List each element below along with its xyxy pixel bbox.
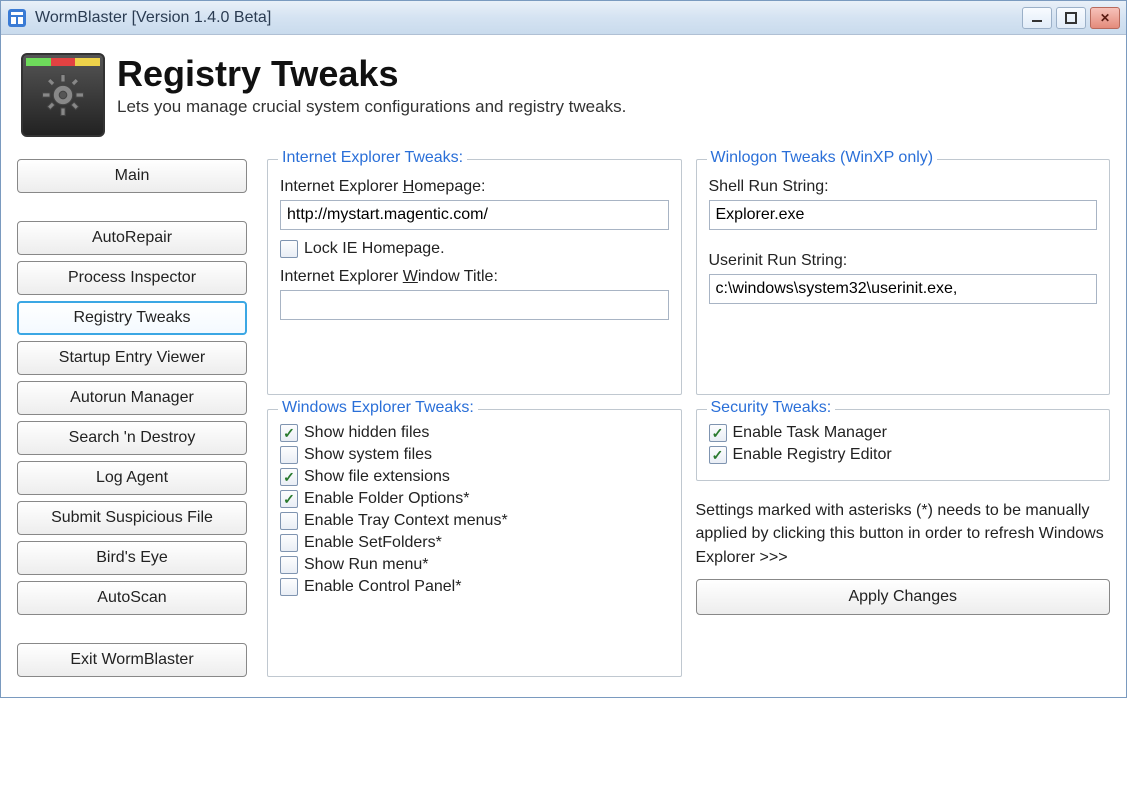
security-enable-task-manager-label: Enable Task Manager bbox=[733, 424, 887, 442]
maximize-button[interactable] bbox=[1056, 7, 1086, 29]
page-subtitle: Lets you manage crucial system configura… bbox=[117, 97, 626, 117]
app-icon bbox=[7, 8, 27, 28]
explorer-show-run-menu-label: Show Run menu* bbox=[304, 556, 429, 574]
titlebar[interactable]: WormBlaster [Version 1.4.0 Beta] ✕ bbox=[1, 1, 1126, 35]
group-security-tweaks: Security Tweaks: ✓Enable Task Manager✓En… bbox=[696, 409, 1111, 481]
sidebar-item-submit-suspicious-file[interactable]: Submit Suspicious File bbox=[17, 501, 247, 535]
sidebar-item-main[interactable]: Main bbox=[17, 159, 247, 193]
close-button[interactable]: ✕ bbox=[1090, 7, 1120, 29]
shell-run-label: Shell Run String: bbox=[709, 178, 1098, 196]
security-enable-task-manager-checkbox[interactable]: ✓ bbox=[709, 424, 727, 442]
explorer-enable-control-panel-checkbox[interactable] bbox=[280, 578, 298, 596]
sidebar-item-search-n-destroy[interactable]: Search 'n Destroy bbox=[17, 421, 247, 455]
ie-windowtitle-label: Internet Explorer Window Title: bbox=[280, 268, 669, 286]
explorer-show-system-files-checkbox[interactable] bbox=[280, 446, 298, 464]
security-enable-registry-editor-label: Enable Registry Editor bbox=[733, 446, 892, 464]
group-legend: Internet Explorer Tweaks: bbox=[278, 149, 467, 167]
explorer-show-file-extensions-label: Show file extensions bbox=[304, 468, 450, 486]
minimize-button[interactable] bbox=[1022, 7, 1052, 29]
group-winlogon-tweaks: Winlogon Tweaks (WinXP only) Shell Run S… bbox=[696, 159, 1111, 395]
lock-ie-homepage-checkbox[interactable] bbox=[280, 240, 298, 258]
shell-run-input[interactable] bbox=[709, 200, 1098, 230]
sidebar-item-log-agent[interactable]: Log Agent bbox=[17, 461, 247, 495]
sidebar-item-process-inspector[interactable]: Process Inspector bbox=[17, 261, 247, 295]
window-title: WormBlaster [Version 1.4.0 Beta] bbox=[35, 9, 271, 27]
group-legend: Security Tweaks: bbox=[707, 399, 836, 417]
group-explorer-tweaks: Windows Explorer Tweaks: ✓Show hidden fi… bbox=[267, 409, 682, 677]
userinit-run-input[interactable] bbox=[709, 274, 1098, 304]
lock-ie-homepage-label: Lock IE Homepage. bbox=[304, 240, 445, 258]
app-window: WormBlaster [Version 1.4.0 Beta] ✕ bbox=[0, 0, 1127, 698]
security-enable-registry-editor-checkbox[interactable]: ✓ bbox=[709, 446, 727, 464]
sidebar-item-autorun-manager[interactable]: Autorun Manager bbox=[17, 381, 247, 415]
explorer-enable-control-panel-label: Enable Control Panel* bbox=[304, 578, 461, 596]
content-area: Registry Tweaks Lets you manage crucial … bbox=[1, 35, 1126, 697]
sidebar-item-autoscan[interactable]: AutoScan bbox=[17, 581, 247, 615]
explorer-show-run-menu-checkbox[interactable] bbox=[280, 556, 298, 574]
apply-changes-button[interactable]: Apply Changes bbox=[696, 579, 1111, 615]
sidebar-item-startup-entry-viewer[interactable]: Startup Entry Viewer bbox=[17, 341, 247, 375]
page-title: Registry Tweaks bbox=[117, 53, 626, 95]
userinit-run-label: Userinit Run String: bbox=[709, 252, 1098, 270]
group-legend: Winlogon Tweaks (WinXP only) bbox=[707, 149, 938, 167]
explorer-enable-tray-context-menus-checkbox[interactable] bbox=[280, 512, 298, 530]
ie-homepage-label: Internet Explorer Homepage: bbox=[280, 178, 669, 196]
asterisk-note: Settings marked with asterisks (*) needs… bbox=[696, 499, 1111, 569]
sidebar-item-exit[interactable]: Exit WormBlaster bbox=[17, 643, 247, 677]
sidebar-item-birds-eye[interactable]: Bird's Eye bbox=[17, 541, 247, 575]
sidebar-item-autorepair[interactable]: AutoRepair bbox=[17, 221, 247, 255]
explorer-enable-tray-context-menus-label: Enable Tray Context menus* bbox=[304, 512, 508, 530]
explorer-enable-setfolders-checkbox[interactable] bbox=[280, 534, 298, 552]
sidebar: Main AutoRepair Process Inspector Regist… bbox=[17, 159, 247, 677]
ie-windowtitle-input[interactable] bbox=[280, 290, 669, 320]
explorer-show-system-files-label: Show system files bbox=[304, 446, 432, 464]
explorer-enable-folder-options-checkbox[interactable]: ✓ bbox=[280, 490, 298, 508]
explorer-enable-setfolders-label: Enable SetFolders* bbox=[304, 534, 442, 552]
gear-icon bbox=[21, 53, 105, 137]
group-legend: Windows Explorer Tweaks: bbox=[278, 399, 478, 417]
group-ie-tweaks: Internet Explorer Tweaks: Internet Explo… bbox=[267, 159, 682, 395]
sidebar-item-registry-tweaks[interactable]: Registry Tweaks bbox=[17, 301, 247, 335]
explorer-enable-folder-options-label: Enable Folder Options* bbox=[304, 490, 469, 508]
explorer-show-hidden-files-checkbox[interactable]: ✓ bbox=[280, 424, 298, 442]
explorer-show-hidden-files-label: Show hidden files bbox=[304, 424, 429, 442]
explorer-show-file-extensions-checkbox[interactable]: ✓ bbox=[280, 468, 298, 486]
main-panels: Internet Explorer Tweaks: Internet Explo… bbox=[267, 159, 1110, 677]
page-header: Registry Tweaks Lets you manage crucial … bbox=[17, 53, 1110, 137]
ie-homepage-input[interactable] bbox=[280, 200, 669, 230]
